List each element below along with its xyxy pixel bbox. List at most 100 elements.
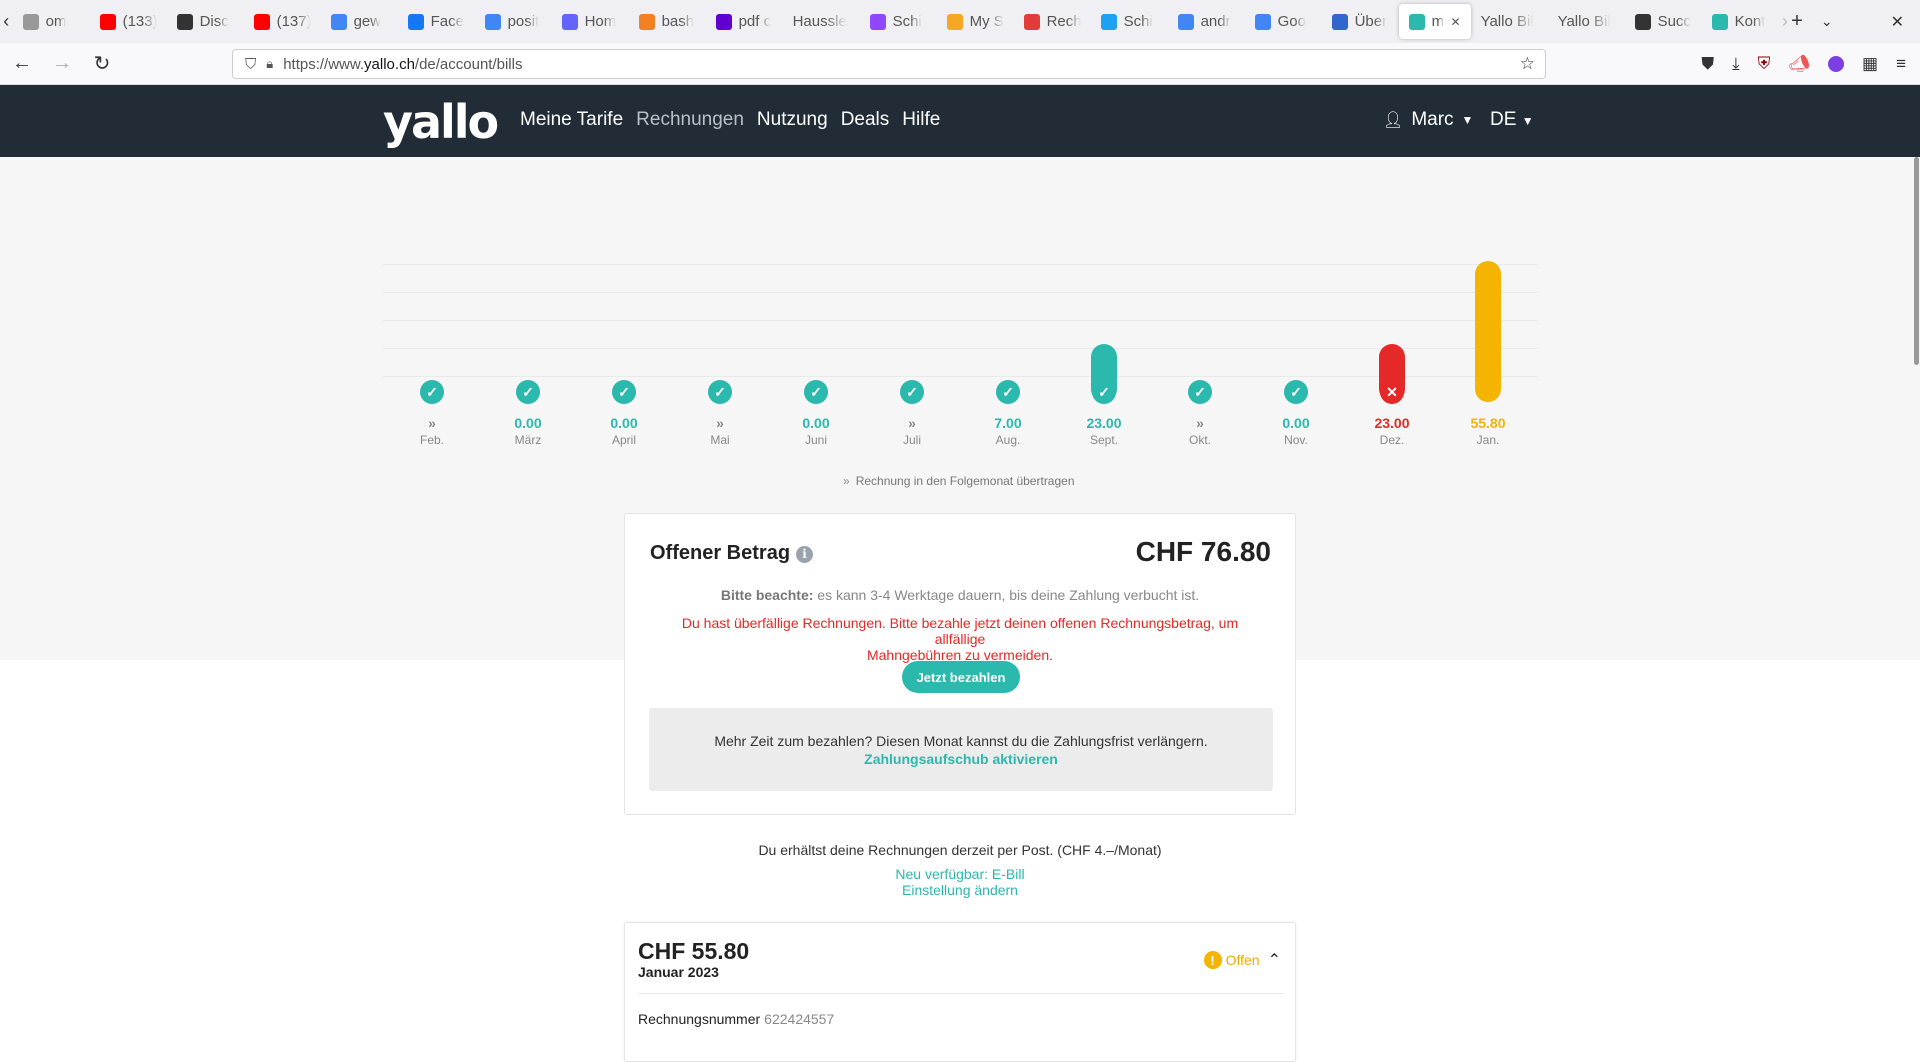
browser-tab[interactable]: Schi <box>860 0 937 43</box>
chevron-down-icon: ▼ <box>1461 113 1474 127</box>
language-label: DE <box>1490 109 1517 130</box>
list-all-tabs-icon[interactable]: ⌄ <box>1821 13 1833 30</box>
browser-tab[interactable]: gew <box>321 0 398 43</box>
close-window-icon[interactable]: ✕ <box>1891 12 1904 32</box>
chevron-up-icon[interactable]: ⌃ <box>1268 950 1281 970</box>
open-amount-title: Offener Betrag i <box>650 542 814 565</box>
browser-tab[interactable]: posit <box>475 0 552 43</box>
close-tab-icon[interactable]: ✕ <box>1451 15 1461 29</box>
bill-card[interactable]: CHF 55.80 Januar 2023 ! Offen ⌃ Rechnung… <box>624 922 1296 1062</box>
forward-icon[interactable]: → <box>44 46 80 82</box>
pocket-icon[interactable]: ⛊ <box>1701 54 1714 74</box>
pay-now-button[interactable]: Jetzt bezahlen <box>902 661 1020 693</box>
bookmark-star-icon[interactable]: ☆ <box>1520 54 1535 74</box>
paid-check-icon[interactable]: ✓ <box>612 380 636 404</box>
browser-tab[interactable]: om <box>13 0 90 43</box>
change-settings-link-text[interactable]: Einstellung ändern <box>902 882 1018 898</box>
activate-deferral-link[interactable]: Zahlungsaufschub aktivieren <box>649 751 1273 767</box>
partial-icon <box>22 13 39 30</box>
browser-tab[interactable]: Goo <box>1245 0 1322 43</box>
browser-tab[interactable]: andr <box>1168 0 1245 43</box>
ebill-link-text[interactable]: Neu verfügbar: E-Bill <box>895 866 1024 882</box>
url-bar[interactable]: ⛉ 🔒︎ https://www.yallo.ch/de/account/bil… <box>232 49 1546 79</box>
browser-tab[interactable]: Kont <box>1702 0 1779 43</box>
tab-scroll-right-icon[interactable]: › <box>1779 0 1792 43</box>
scrollbar-thumb[interactable] <box>1914 157 1919 365</box>
browser-tab[interactable]: Schi <box>1091 0 1168 43</box>
paid-check-icon[interactable]: ✓ <box>420 380 444 404</box>
tab-title: my <box>1431 13 1444 30</box>
browser-tab[interactable]: (137) <box>244 0 321 43</box>
chart-data-label: 0.00 <box>514 415 542 431</box>
browser-tab[interactable]: bash <box>629 0 706 43</box>
wikipedia-icon <box>176 13 193 30</box>
divider <box>638 993 1284 994</box>
chart-month-label: Aug. <box>995 433 1021 447</box>
back-icon[interactable]: ← <box>4 46 40 82</box>
browser-tab[interactable]: Über <box>1322 0 1399 43</box>
megaphone-icon[interactable]: 📣︎ <box>1788 54 1810 74</box>
paid-check-icon[interactable]: ✓ <box>804 380 828 404</box>
paid-check-icon[interactable]: ✓ <box>708 380 732 404</box>
tab-title: andr <box>1200 13 1231 30</box>
info-icon[interactable]: i <box>796 545 814 563</box>
nav-item-meine-tarife[interactable]: Meine Tarife <box>520 109 623 131</box>
bill-status[interactable]: ! Offen ⌃ <box>1203 950 1281 970</box>
chart-gridline <box>383 320 1538 321</box>
nav-item-nutzung[interactable]: Nutzung <box>757 109 828 131</box>
url-path: /de/account/bills <box>414 55 523 73</box>
chart-data-label: 23.00 <box>1374 415 1410 431</box>
app-menu-icon[interactable]: ≡ <box>1896 54 1906 74</box>
paid-check-icon[interactable]: ✓ <box>1284 380 1308 404</box>
browser-tab[interactable]: Face <box>398 0 475 43</box>
google-icon <box>484 13 501 30</box>
browser-tab[interactable]: Disc <box>167 0 244 43</box>
url-text[interactable]: https://www.yallo.ch/de/account/bills <box>283 56 522 73</box>
browser-tab[interactable]: My S <box>937 0 1014 43</box>
overdue-x-icon[interactable]: ✕ <box>1380 380 1404 404</box>
tab-title: (133) <box>122 13 157 30</box>
browser-tab[interactable]: Haussle <box>783 0 860 43</box>
browser-tab[interactable]: Yallo Bil <box>1548 0 1625 43</box>
paid-check-icon[interactable]: ✓ <box>516 380 540 404</box>
chart-bar[interactable] <box>1475 260 1501 402</box>
paid-check-icon[interactable]: ✓ <box>1188 380 1212 404</box>
extension-image-icon[interactable]: ▦ <box>1862 54 1878 74</box>
ebill-link: Neu verfügbar: E-Bill <box>0 866 1920 882</box>
nav-item-hilfe[interactable]: Hilfe <box>902 109 940 131</box>
ublock-icon[interactable]: ⛨ <box>1758 54 1771 74</box>
bill-period: Januar 2023 <box>638 964 719 980</box>
user-menu[interactable]: 👤︎ Marc ▼ <box>1383 109 1473 131</box>
browser-tab[interactable]: Rech <box>1014 0 1091 43</box>
nav-item-deals[interactable]: Deals <box>841 109 890 131</box>
overdue-warning-line: Du hast überfällige Rechnungen. Bitte be… <box>681 615 1239 647</box>
browser-tab[interactable]: my ✕ <box>1398 4 1471 39</box>
bill-status-label: Offen <box>1225 952 1260 968</box>
paid-check-icon[interactable]: ✓ <box>1092 380 1116 404</box>
tabbar-actions: + ⌄ ✕ <box>1791 0 1920 43</box>
google-icon <box>330 13 347 30</box>
lock-icon[interactable]: 🔒︎ <box>266 56 273 72</box>
chart-data-label: » <box>428 415 436 431</box>
yallo-logo[interactable]: yallo <box>383 95 499 149</box>
browser-tab[interactable]: Yallo Bil <box>1471 0 1548 43</box>
open-amount-card: Offener Betrag i CHF 76.80 Bitte beachte:… <box>624 513 1296 815</box>
paid-check-icon[interactable]: ✓ <box>900 380 924 404</box>
language-menu[interactable]: DE ▼ <box>1490 109 1534 131</box>
browser-tab[interactable]: Succ <box>1625 0 1702 43</box>
browser-tab[interactable]: Hom <box>552 0 629 43</box>
shield-icon[interactable]: ⛉ <box>245 56 256 73</box>
browser-tab[interactable]: (133) <box>90 0 167 43</box>
extension-purple-icon[interactable] <box>1828 56 1845 72</box>
browser-tab[interactable]: pdf c <box>706 0 783 43</box>
user-name: Marc <box>1411 109 1454 130</box>
paid-check-icon[interactable]: ✓ <box>996 380 1020 404</box>
user-icon: 👤︎ <box>1383 112 1404 129</box>
downloads-icon[interactable]: ⤓ <box>1732 54 1740 74</box>
reload-icon[interactable]: ↻ <box>84 46 120 82</box>
tab-scroll-left-icon[interactable]: ‹ <box>0 0 13 43</box>
chart-data-label: 0.00 <box>802 415 830 431</box>
new-tab-icon[interactable]: + <box>1791 10 1803 33</box>
nav-item-rechnungen[interactable]: Rechnungen <box>636 109 744 131</box>
page-scrollbar[interactable] <box>1912 157 1920 1048</box>
